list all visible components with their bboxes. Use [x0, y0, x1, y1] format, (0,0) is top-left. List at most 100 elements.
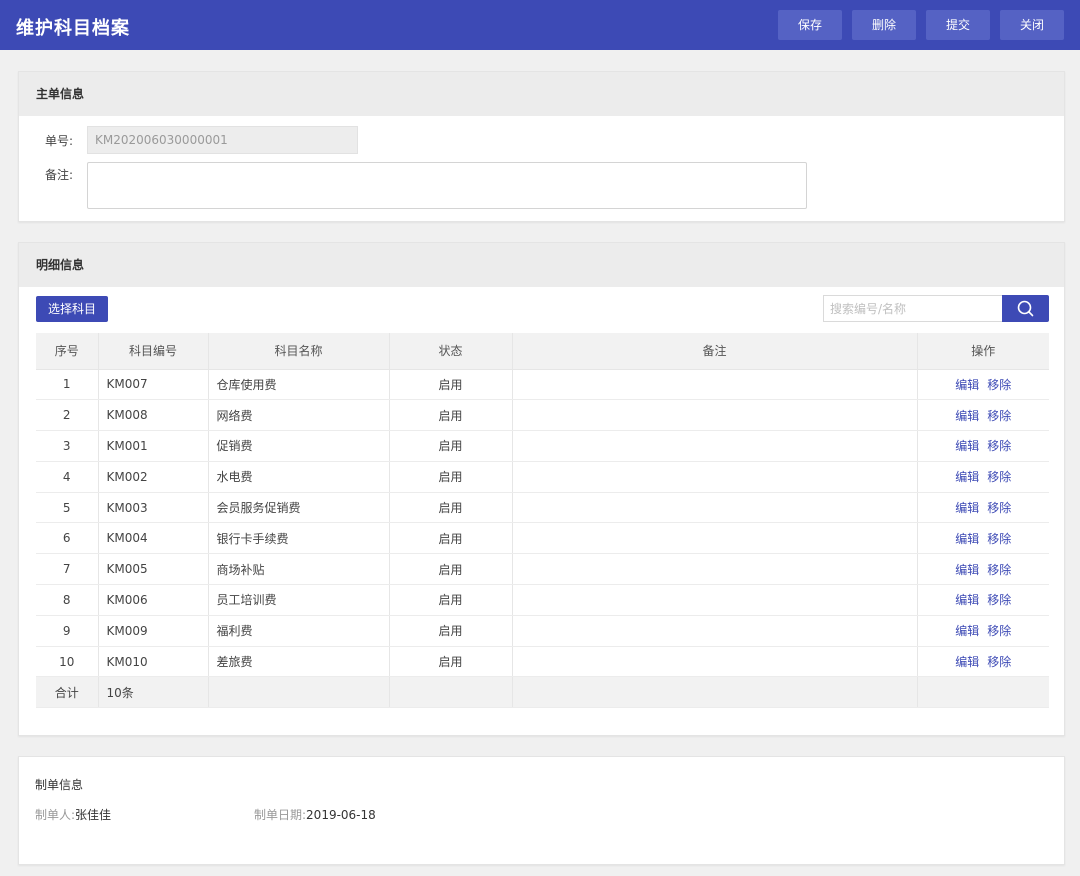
row-actions: 编辑 移除	[917, 615, 1049, 647]
main-info-section-title: 主单信息	[19, 72, 1064, 116]
row-code: KM010	[98, 646, 209, 678]
row-no: 2	[36, 399, 99, 432]
row-no: 5	[36, 492, 99, 524]
row-remove-link[interactable]: 移除	[987, 439, 1011, 453]
row-remark	[512, 522, 918, 555]
creator-value: 张佳佳	[75, 808, 112, 822]
close-button[interactable]: 关闭	[1000, 10, 1064, 40]
row-status: 启用	[389, 584, 513, 616]
row-edit-link[interactable]: 编辑	[955, 624, 979, 638]
row-status: 启用	[389, 369, 513, 401]
row-actions: 编辑 移除	[917, 461, 1049, 493]
row-edit-link[interactable]: 编辑	[955, 470, 979, 484]
row-no: 4	[36, 461, 99, 493]
row-remark	[512, 615, 918, 647]
row-no: 7	[36, 553, 99, 586]
row-actions: 编辑 移除	[917, 492, 1049, 524]
row-edit-link[interactable]: 编辑	[955, 655, 979, 669]
row-code: KM007	[98, 369, 209, 401]
main-info-panel: 主单信息 单号: KM202006030000001 备注:	[18, 71, 1065, 222]
table-row: 10 KM010 差旅费 启用 编辑 移除	[36, 646, 1049, 678]
row-status: 启用	[389, 646, 513, 678]
search-icon	[1017, 300, 1034, 317]
row-edit-link[interactable]: 编辑	[955, 501, 979, 515]
row-remove-link[interactable]: 移除	[987, 532, 1011, 546]
row-code: KM002	[98, 461, 209, 493]
row-name: 员工培训费	[208, 584, 390, 616]
row-name: 银行卡手续费	[208, 522, 390, 555]
row-actions: 编辑 移除	[917, 646, 1049, 678]
row-status: 启用	[389, 522, 513, 555]
detail-section-title: 明细信息	[19, 243, 1064, 287]
row-edit-link[interactable]: 编辑	[955, 409, 979, 423]
search-button[interactable]	[1002, 295, 1049, 322]
row-status: 启用	[389, 399, 513, 432]
row-name: 网络费	[208, 399, 390, 432]
row-remove-link[interactable]: 移除	[987, 593, 1011, 607]
row-code: KM004	[98, 522, 209, 555]
row-no: 8	[36, 584, 99, 616]
row-status: 启用	[389, 461, 513, 493]
search-input[interactable]: 搜索编号/名称	[823, 295, 1003, 322]
row-name: 促销费	[208, 430, 390, 462]
row-code: KM009	[98, 615, 209, 647]
column-header-remark: 备注	[512, 333, 918, 370]
row-edit-link[interactable]: 编辑	[955, 439, 979, 453]
row-no: 6	[36, 522, 99, 555]
page-title: 维护科目档案	[16, 18, 130, 39]
order-no-field: KM202006030000001	[87, 126, 358, 154]
creator-field: 制单人:张佳佳	[35, 806, 111, 823]
row-remove-link[interactable]: 移除	[987, 409, 1011, 423]
remark-label: 备注:	[45, 168, 74, 182]
row-remove-link[interactable]: 移除	[987, 470, 1011, 484]
row-no: 3	[36, 430, 99, 462]
row-remark	[512, 646, 918, 678]
row-name: 水电费	[208, 461, 390, 493]
row-actions: 编辑 移除	[917, 584, 1049, 616]
row-name: 差旅费	[208, 646, 390, 678]
order-no-label: 单号:	[45, 134, 74, 148]
row-status: 启用	[389, 492, 513, 524]
row-actions: 编辑 移除	[917, 430, 1049, 462]
row-edit-link[interactable]: 编辑	[955, 378, 979, 392]
table-row: 6 KM004 银行卡手续费 启用 编辑 移除	[36, 522, 1049, 555]
row-edit-link[interactable]: 编辑	[955, 563, 979, 577]
creator-section-title: 制单信息	[35, 778, 84, 792]
row-remove-link[interactable]: 移除	[987, 563, 1011, 577]
row-remark	[512, 369, 918, 401]
table-header-row: 序号 科目编号 科目名称 状态 备注 操作	[36, 333, 1049, 370]
column-header-name: 科目名称	[208, 333, 390, 370]
remark-field[interactable]	[87, 162, 807, 209]
row-remark	[512, 430, 918, 462]
row-remark	[512, 399, 918, 432]
row-name: 商场补贴	[208, 553, 390, 586]
submit-button[interactable]: 提交	[926, 10, 990, 40]
column-header-action: 操作	[917, 333, 1049, 370]
row-name: 福利费	[208, 615, 390, 647]
row-no: 9	[36, 615, 99, 647]
save-button[interactable]: 保存	[778, 10, 842, 40]
row-remove-link[interactable]: 移除	[987, 624, 1011, 638]
select-subject-button[interactable]: 选择科目	[36, 296, 108, 322]
row-actions: 编辑 移除	[917, 399, 1049, 432]
table-row: 9 KM009 福利费 启用 编辑 移除	[36, 615, 1049, 647]
row-remark	[512, 584, 918, 616]
row-no: 1	[36, 369, 99, 401]
row-remove-link[interactable]: 移除	[987, 655, 1011, 669]
table-row: 8 KM006 员工培训费 启用 编辑 移除	[36, 584, 1049, 616]
row-name: 仓库使用费	[208, 369, 390, 401]
row-actions: 编辑 移除	[917, 553, 1049, 586]
row-status: 启用	[389, 430, 513, 462]
row-remove-link[interactable]: 移除	[987, 501, 1011, 515]
row-code: KM008	[98, 399, 209, 432]
delete-button[interactable]: 删除	[852, 10, 916, 40]
row-edit-link[interactable]: 编辑	[955, 593, 979, 607]
row-remove-link[interactable]: 移除	[987, 378, 1011, 392]
table-row: 3 KM001 促销费 启用 编辑 移除	[36, 430, 1049, 462]
row-code: KM003	[98, 492, 209, 524]
row-code: KM001	[98, 430, 209, 462]
row-remark	[512, 492, 918, 524]
row-edit-link[interactable]: 编辑	[955, 532, 979, 546]
row-code: KM005	[98, 553, 209, 586]
top-bar: 维护科目档案 保存 删除 提交 关闭	[0, 0, 1080, 50]
